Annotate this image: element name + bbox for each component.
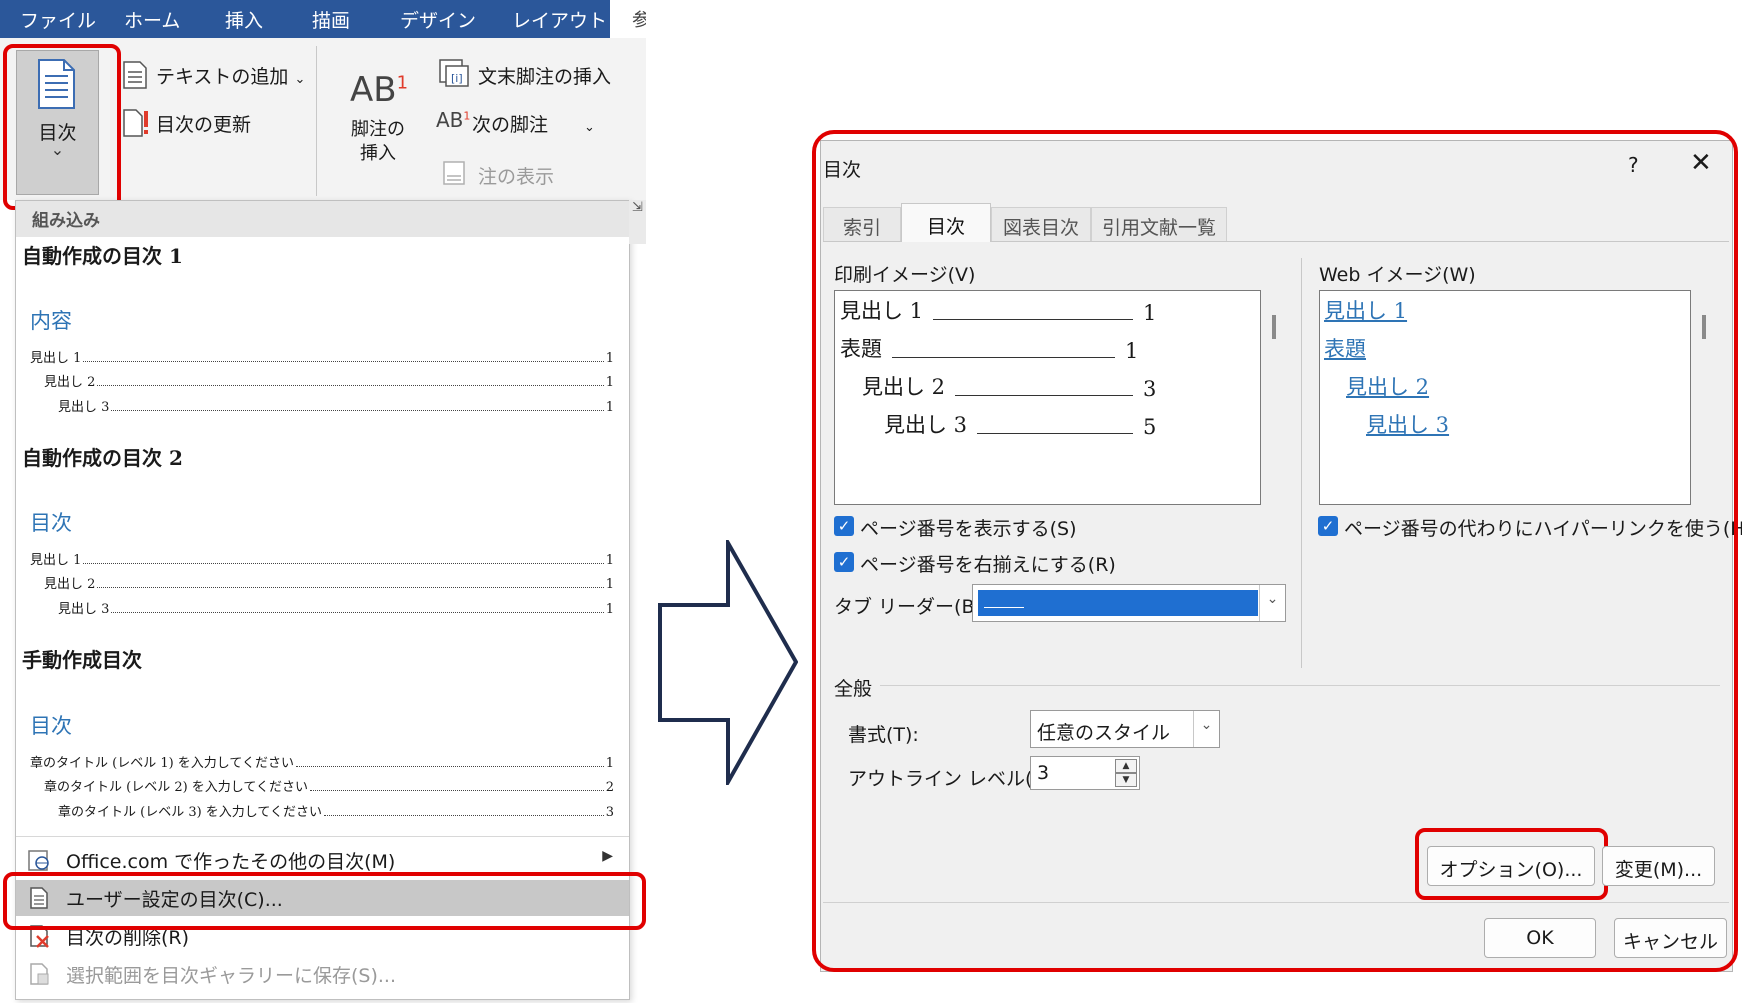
tab-insert[interactable]: 挿入 <box>225 6 263 33</box>
toc-line: 章のタイトル (レベル 3) を入力してください 3 <box>58 801 614 820</box>
add-text-icon <box>123 61 147 89</box>
toc-line-page: 1 <box>605 756 614 771</box>
toc-line-page: 1 <box>605 602 614 617</box>
highlight-dialog <box>812 130 1738 972</box>
menu-item-save-selection[interactable]: 選択範囲を目次ギャラリーに保存(S)... <box>16 956 629 992</box>
toc-line-page: 1 <box>605 553 614 568</box>
toc-line-page: 1 <box>605 351 614 366</box>
highlight-custom-toc <box>3 872 646 930</box>
toc-line-label: 見出し 2 <box>44 375 96 390</box>
toc-line-label: 章のタイトル (レベル 1) を入力してください <box>30 756 295 771</box>
tab-layout[interactable]: レイアウト <box>512 6 607 33</box>
gallery-item-heading: 目次 <box>30 511 72 535</box>
ab-glyph: AB <box>436 108 464 132</box>
toc-line: 見出し 1 1 <box>30 549 614 568</box>
toc-line-page: 1 <box>605 577 614 592</box>
gallery-section-label: 組み込み <box>32 211 100 231</box>
highlight-toc-button <box>3 44 121 210</box>
update-toc-button[interactable]: 目次の更新 <box>156 110 251 137</box>
toc-line-page: 1 <box>605 375 614 390</box>
toc-line: 見出し 2 1 <box>44 573 614 592</box>
tab-home[interactable]: ホーム <box>124 6 180 33</box>
submenu-arrow-icon: ▶ <box>602 848 613 864</box>
toc-line: 見出し 3 1 <box>58 598 614 617</box>
toc-line-label: 見出し 2 <box>44 577 96 592</box>
toc-line: 見出し 3 1 <box>58 396 614 415</box>
toc-line-label: 見出し 3 <box>58 400 110 415</box>
gallery-item-title[interactable]: 自動作成の目次 1 <box>22 240 183 269</box>
insert-footnote-button[interactable]: 脚注の 挿入 <box>350 118 406 166</box>
dot-leader <box>324 815 604 816</box>
gallery-separator <box>16 836 629 837</box>
gallery-section-header <box>16 201 629 237</box>
insert-footnote-icon: AB1 <box>350 70 408 110</box>
add-text-button[interactable]: テキストの追加 ⌄ <box>156 62 305 89</box>
insert-endnote-icon: [i] <box>439 59 469 87</box>
dot-leader <box>111 410 604 411</box>
menu-item-label: Office.com で作ったその他の目次(M) <box>66 851 396 873</box>
dot-leader <box>296 766 604 767</box>
update-toc-icon <box>123 109 148 137</box>
insert-footnote-label-2: 挿入 <box>360 143 396 164</box>
gallery-item-heading: 内容 <box>30 309 72 333</box>
toc-line-label: 見出し 1 <box>30 351 82 366</box>
gallery-item-heading: 目次 <box>30 714 72 738</box>
next-footnote-button[interactable]: 次の脚注 ⌄ <box>472 110 595 137</box>
ribbon-tab-bar: ファイル ホーム 挿入 描画 デザイン レイアウト <box>0 0 610 38</box>
toc-line-label: 章のタイトル (レベル 3) を入力してください <box>58 805 323 820</box>
ribbon-group-separator <box>316 46 317 196</box>
svg-text:[i]: [i] <box>451 72 463 85</box>
toc-line-label: 見出し 1 <box>30 553 82 568</box>
next-footnote-label: 次の脚注 <box>472 114 549 136</box>
toc-line: 見出し 2 1 <box>44 371 614 390</box>
toc-line-label: 章のタイトル (レベル 2) を入力してください <box>44 780 309 795</box>
dot-leader <box>97 385 604 386</box>
insert-footnote-label-1: 脚注の <box>351 119 405 140</box>
toc-line-page: 2 <box>605 780 614 795</box>
next-footnote-icon: AB1 <box>436 108 470 132</box>
arrow-right-icon <box>658 540 798 785</box>
insert-endnote-button[interactable]: 文末脚注の挿入 <box>478 62 611 89</box>
toc-line-label: 見出し 3 <box>58 602 110 617</box>
tab-design[interactable]: デザイン <box>400 6 476 33</box>
toc-line: 見出し 1 1 <box>30 347 614 366</box>
toc-line-page: 3 <box>605 805 614 820</box>
gallery-item-title[interactable]: 自動作成の目次 2 <box>22 442 183 471</box>
gallery-resize-handle[interactable]: ⇲ <box>629 200 646 244</box>
gallery-item-title[interactable]: 手動作成目次 <box>22 644 142 673</box>
tab-file[interactable]: ファイル <box>20 6 96 33</box>
ab-glyph: AB <box>350 70 397 110</box>
dot-leader <box>97 587 604 588</box>
office-globe-icon <box>28 850 49 871</box>
show-notes-icon <box>443 161 465 185</box>
save-to-gallery-icon <box>30 963 49 985</box>
footnote-number-glyph: 1 <box>396 72 409 94</box>
add-text-label: テキストの追加 <box>156 66 289 88</box>
tab-references-partial[interactable]: 参 <box>610 0 646 38</box>
dot-leader <box>111 612 604 613</box>
dot-leader <box>83 361 604 362</box>
dot-leader <box>83 563 604 564</box>
show-notes-button[interactable]: 注の表示 <box>478 162 554 189</box>
chevron-down-icon: ⌄ <box>294 72 306 87</box>
toc-line: 章のタイトル (レベル 2) を入力してください 2 <box>44 776 614 795</box>
dot-leader <box>310 790 604 791</box>
tab-draw[interactable]: 描画 <box>312 6 350 33</box>
chevron-down-icon: ⌄ <box>584 120 595 135</box>
toc-line: 章のタイトル (レベル 1) を入力してください 1 <box>30 752 614 771</box>
footnote-number-glyph: 1 <box>463 109 471 123</box>
menu-item-label: 選択範囲を目次ギャラリーに保存(S)... <box>66 965 397 987</box>
toc-line-page: 1 <box>605 400 614 415</box>
